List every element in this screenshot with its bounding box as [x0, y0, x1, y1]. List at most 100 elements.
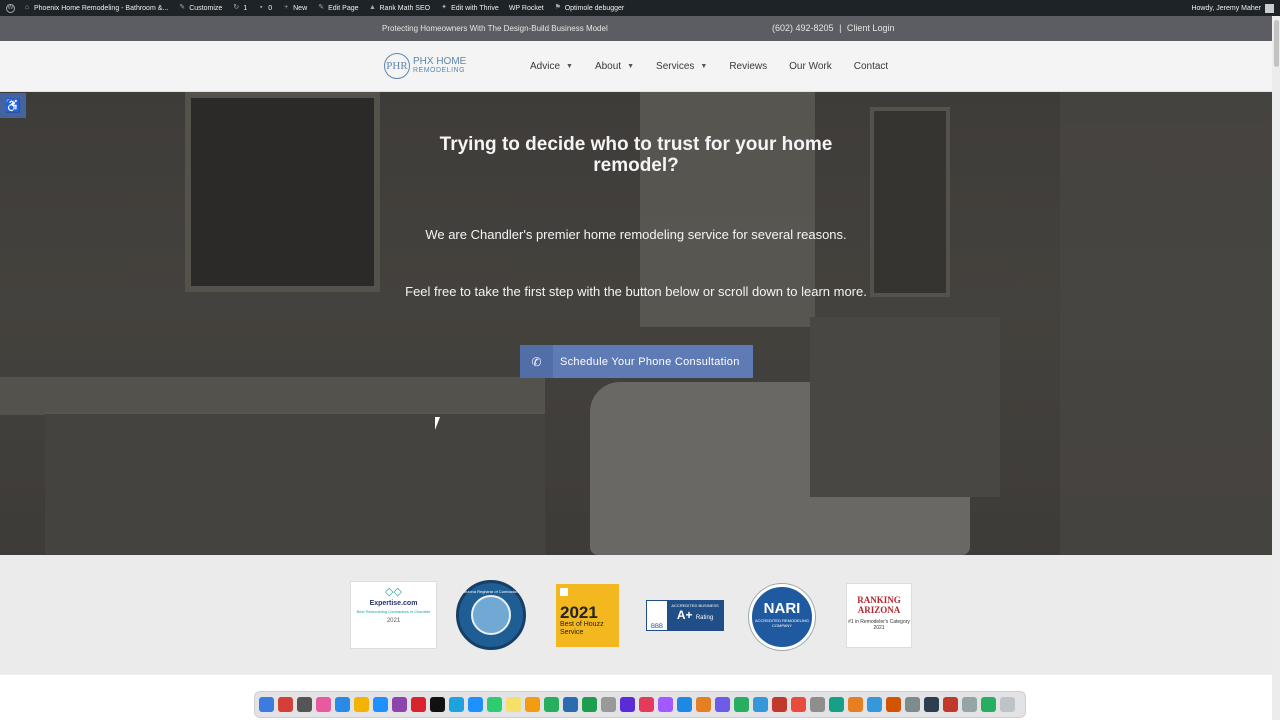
dock-app-icon[interactable]: [753, 697, 768, 712]
roc-seal-center: [471, 595, 511, 635]
dock-app-icon[interactable]: [734, 697, 749, 712]
brush-icon: ✎: [179, 4, 186, 11]
site-header: PHR PHX HOME REMODELING Advice ▼ About ▼ S…: [0, 41, 1272, 92]
dock-app-icon[interactable]: [316, 697, 331, 712]
dock-app-icon[interactable]: [810, 697, 825, 712]
dock-app-icon[interactable]: [677, 697, 692, 712]
dock-app-icon[interactable]: [411, 697, 426, 712]
houzz-icon: [560, 588, 568, 596]
dock-app-icon[interactable]: [620, 697, 635, 712]
flag-icon: ⚑: [554, 4, 561, 11]
accessibility-toggle[interactable]: ♿: [0, 93, 26, 118]
nari-sub: ACCREDITED REMODELING COMPANY: [754, 618, 809, 628]
scrollbar-track[interactable]: [1272, 16, 1280, 720]
dock-app-icon[interactable]: [943, 697, 958, 712]
roc-text: Arizona Registrar of Contractors: [462, 589, 520, 594]
houzz-year: 2021: [560, 603, 598, 622]
admin-edit-page[interactable]: ✎ Edit Page: [317, 4, 358, 12]
expertise-sub: Best Remodeling Contractors in Chandler: [356, 609, 431, 614]
ranking-arizona-badge[interactable]: RANKING ARIZONA #1 in Remodeler's Catego…: [846, 583, 912, 648]
dock-app-icon[interactable]: [696, 697, 711, 712]
bbb-seal-icon: BBB: [647, 601, 667, 630]
dock-app-icon[interactable]: [563, 697, 578, 712]
nav-item-reviews[interactable]: Reviews: [729, 61, 767, 72]
nav-item-services[interactable]: Services ▼: [656, 61, 707, 72]
home-icon: ⌂: [24, 4, 30, 11]
dock-app-icon[interactable]: [962, 697, 977, 712]
dock-app-icon[interactable]: [297, 697, 312, 712]
nav-item-about[interactable]: About ▼: [595, 61, 634, 72]
admin-site-name[interactable]: ⌂ Phoenix Home Remodeling - Bathroom &...: [23, 4, 168, 12]
logo-wordmark: PHX HOME REMODELING: [413, 57, 466, 75]
expertise-badge[interactable]: ◇◇ Expertise.com Best Remodeling Contrac…: [350, 581, 437, 649]
dock-app-icon[interactable]: [278, 697, 293, 712]
dock-app-icon[interactable]: [924, 697, 939, 712]
chevron-down-icon: ▼: [700, 63, 708, 70]
admin-new[interactable]: + New: [282, 4, 307, 12]
dock-app-icon[interactable]: [525, 697, 540, 712]
thrive-icon: ✦: [441, 4, 448, 11]
dock-app-icon[interactable]: [639, 697, 654, 712]
dock-app-icon[interactable]: [715, 697, 730, 712]
dock-app-icon[interactable]: [449, 697, 464, 712]
hero-paragraph-1: We are Chandler's premier home remodelin…: [425, 227, 847, 242]
nav-item-advice[interactable]: Advice ▼: [530, 61, 573, 72]
admin-wp-rocket[interactable]: WP Rocket: [509, 5, 544, 12]
top-bar: Protecting Homeowners With The Design-Bu…: [0, 16, 1272, 41]
site-logo[interactable]: PHR PHX HOME REMODELING: [384, 53, 466, 79]
admin-updates[interactable]: ↻ 1: [232, 4, 247, 12]
dock-app-icon[interactable]: [468, 697, 483, 712]
macos-dock: [254, 691, 1026, 718]
admin-comments[interactable]: ▪ 0: [257, 4, 272, 12]
wordpress-logo-icon[interactable]: W: [6, 3, 15, 13]
admin-edit-thrive[interactable]: ✦ Edit with Thrive: [440, 4, 499, 12]
dock-app-icon[interactable]: [335, 697, 350, 712]
dock-app-icon[interactable]: [772, 697, 787, 712]
dock-app-icon[interactable]: [582, 697, 597, 712]
dock-app-icon[interactable]: [506, 697, 521, 712]
dock-app-icon[interactable]: [981, 697, 996, 712]
top-bar-contact: (602) 492-8205 | Client Login: [772, 23, 894, 33]
dock-app-icon[interactable]: [354, 697, 369, 712]
dock-app-icon[interactable]: [867, 697, 882, 712]
dock-app-icon[interactable]: [487, 697, 502, 712]
chevron-down-icon: ▼: [627, 63, 635, 70]
admin-optimole[interactable]: ⚑ Optimole debugger: [554, 4, 625, 12]
expertise-name: Expertise.com: [369, 600, 418, 607]
dock-app-icon[interactable]: [1000, 697, 1015, 712]
dock-app-icon[interactable]: [430, 697, 445, 712]
schedule-consultation-button[interactable]: ✆ Schedule Your Phone Consultation: [520, 345, 753, 378]
admin-customize[interactable]: ✎ Customize: [178, 4, 222, 12]
hero-title: Trying to decide who to trust for your h…: [439, 134, 833, 176]
roc-seal[interactable]: Arizona Registrar of Contractors: [456, 580, 526, 650]
ranking-arizona-sub: #1 in Remodeler's Category 2021: [848, 619, 910, 631]
houzz-badge[interactable]: 2021 Best of Houzz Service: [556, 584, 619, 647]
refresh-icon: ↻: [233, 4, 240, 11]
dock-app-icon[interactable]: [905, 697, 920, 712]
logo-line2: REMODELING: [413, 67, 466, 74]
admin-rank-math[interactable]: ▲ Rank Math SEO: [369, 4, 430, 12]
nari-badge[interactable]: NARI ACCREDITED REMODELING COMPANY: [749, 584, 815, 650]
phone-link[interactable]: (602) 492-8205: [772, 23, 834, 33]
dock-app-icon[interactable]: [791, 697, 806, 712]
scrollbar-thumb[interactable]: [1274, 20, 1279, 67]
dock-app-icon[interactable]: [373, 697, 388, 712]
dock-app-icon[interactable]: [829, 697, 844, 712]
dock-app-icon[interactable]: [601, 697, 616, 712]
trust-badges: ◇◇ Expertise.com Best Remodeling Contrac…: [0, 555, 1272, 675]
expertise-year: 2021: [386, 618, 401, 624]
nav-item-contact[interactable]: Contact: [854, 61, 888, 72]
logo-line1: PHX HOME: [413, 56, 467, 67]
dock-app-icon[interactable]: [544, 697, 559, 712]
dock-app-icon[interactable]: [259, 697, 274, 712]
dock-app-icon[interactable]: [848, 697, 863, 712]
hero-paragraph-2: Feel free to take the first step with th…: [405, 284, 867, 299]
dock-app-icon[interactable]: [392, 697, 407, 712]
client-login-link[interactable]: Client Login: [847, 23, 895, 33]
admin-howdy[interactable]: Howdy, Jeremy Maher: [1191, 3, 1274, 13]
dock-app-icon[interactable]: [658, 697, 673, 712]
accessibility-icon: ♿: [4, 97, 22, 113]
nav-item-our-work[interactable]: Our Work: [789, 61, 832, 72]
bbb-badge[interactable]: BBB ACCREDITED BUSINESS A+ Rating: [646, 600, 724, 631]
dock-app-icon[interactable]: [886, 697, 901, 712]
